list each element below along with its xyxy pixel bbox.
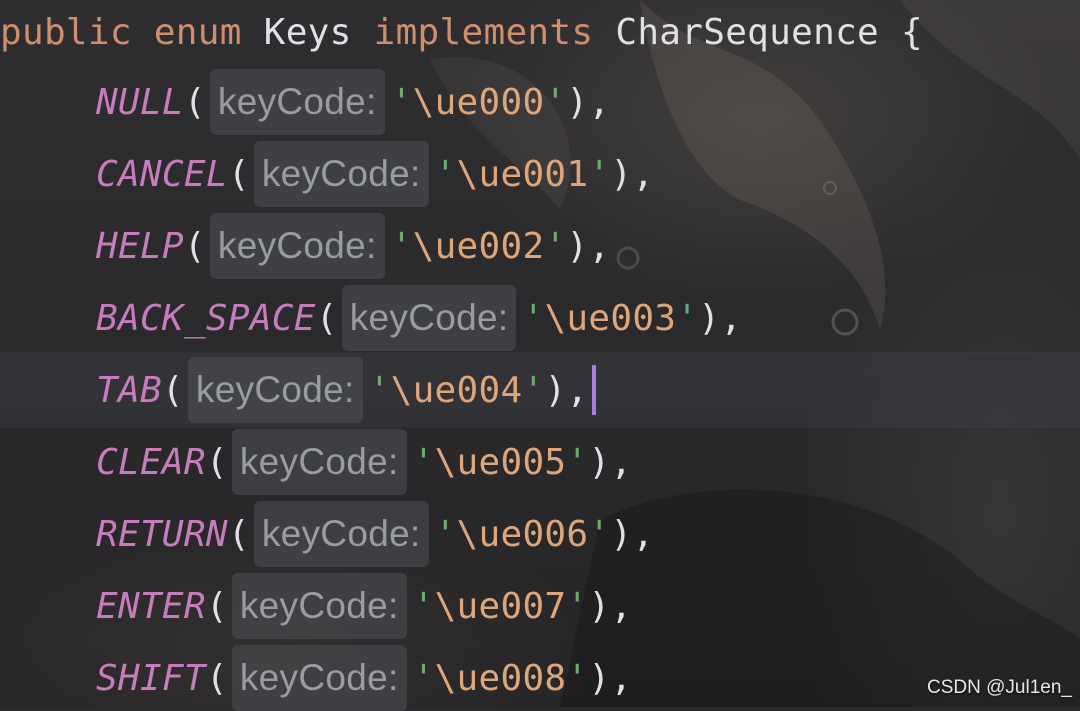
enum-entry-line[interactable]: BACK_SPACE(keyCode: ' \ue003 '), [96,285,742,351]
enum-constant: HELP [96,225,184,267]
enum-name: Keys [263,11,352,53]
char-literal: \ue007 [434,585,567,627]
open-brace: { [901,11,923,53]
enum-keyword: enum [153,11,242,53]
parameter-hint: keyCode: [209,69,385,135]
char-literal: \ue006 [456,513,589,555]
char-literal: \ue003 [544,297,677,339]
parameter-hint: keyCode: [253,141,429,207]
enum-entry-line[interactable]: SHIFT(keyCode: ' \ue008 '), [96,645,632,711]
enum-constant: CANCEL [96,153,228,195]
char-literal: \ue004 [390,369,523,411]
enum-entry-line[interactable]: CANCEL(keyCode: ' \ue001 '), [96,141,654,207]
modifier-keyword: public [0,11,132,53]
enum-constant: RETURN [96,513,228,555]
enum-entry-line-current[interactable]: TAB(keyCode: ' \ue004 '), [96,357,597,423]
parameter-hint: keyCode: [209,213,385,279]
enum-entry-line[interactable]: HELP(keyCode: ' \ue002 '), [96,213,610,279]
char-literal: \ue008 [434,657,567,699]
enum-entry-line[interactable]: RETURN(keyCode: ' \ue006 '), [96,501,654,567]
text-caret [592,365,597,415]
enum-entry-line[interactable]: NULL(keyCode: ' \ue000 '), [96,69,610,135]
interface-name: CharSequence [615,11,880,53]
enum-entry-line[interactable]: ENTER(keyCode: ' \ue007 '), [96,573,632,639]
watermark: CSDN @Jul1en_ [927,677,1072,698]
enum-declaration-line[interactable]: public enum Keys implements CharSequence… [0,0,923,64]
enum-constant: NULL [96,81,184,123]
enum-constant: TAB [96,369,162,411]
char-literal: \ue000 [412,81,545,123]
enum-entry-line[interactable]: CLEAR(keyCode: ' \ue005 '), [96,429,632,495]
parameter-hint: keyCode: [231,645,407,711]
parameter-hint: keyCode: [253,501,429,567]
implements-keyword: implements [373,11,594,53]
parameter-hint: keyCode: [187,357,363,423]
enum-constant: ENTER [96,585,206,627]
char-literal: \ue002 [412,225,545,267]
parameter-hint: keyCode: [231,573,407,639]
enum-constant: CLEAR [96,441,206,483]
char-literal: \ue001 [456,153,589,195]
parameter-hint: keyCode: [341,285,517,351]
parameter-hint: keyCode: [231,429,407,495]
enum-constant: SHIFT [96,657,206,699]
enum-constant: BACK_SPACE [96,297,316,339]
char-literal: \ue005 [434,441,567,483]
